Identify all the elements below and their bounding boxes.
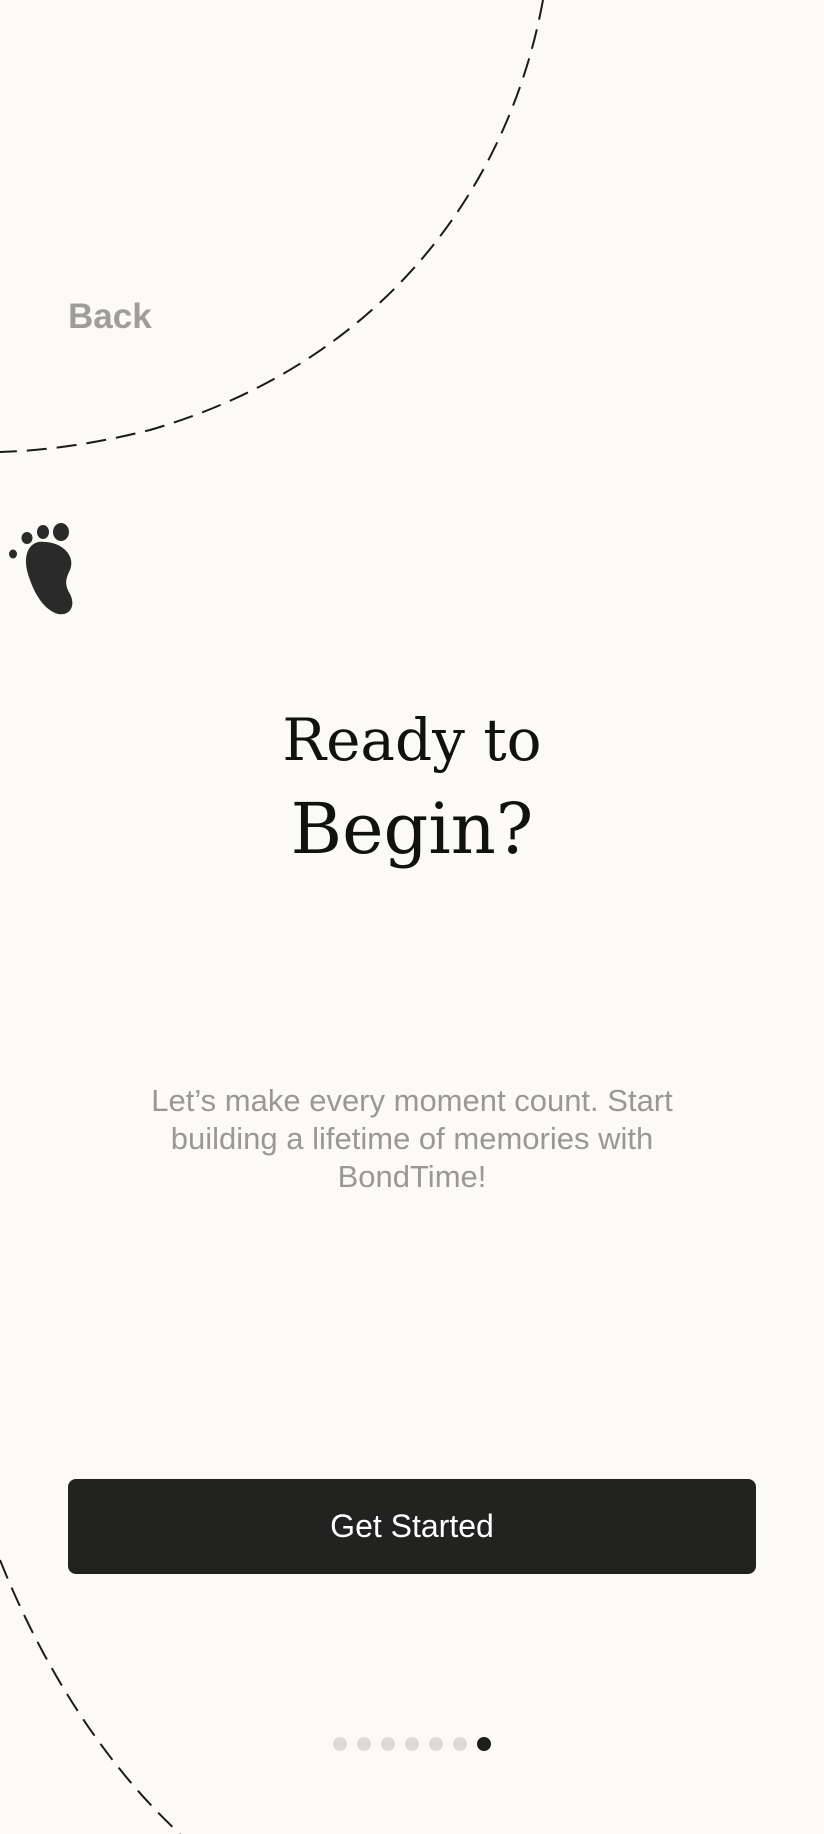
onboarding-subtitle: Let’s make every moment count. Start bui… [151, 1083, 673, 1194]
page-dot[interactable] [429, 1737, 443, 1751]
page-dot[interactable] [405, 1737, 419, 1751]
page-dot[interactable] [357, 1737, 371, 1751]
page-dot[interactable] [453, 1737, 467, 1751]
get-started-button[interactable]: Get Started [68, 1479, 756, 1574]
back-button[interactable]: Back [68, 299, 152, 334]
page-indicator [0, 1737, 824, 1751]
page-dot[interactable] [381, 1737, 395, 1751]
title-line-2: Begin? [290, 788, 534, 870]
page-dot[interactable] [333, 1737, 347, 1751]
page-dot-active[interactable] [477, 1737, 491, 1751]
title-line-1: Ready to [282, 706, 542, 774]
baby-footprint-icon [9, 523, 73, 615]
